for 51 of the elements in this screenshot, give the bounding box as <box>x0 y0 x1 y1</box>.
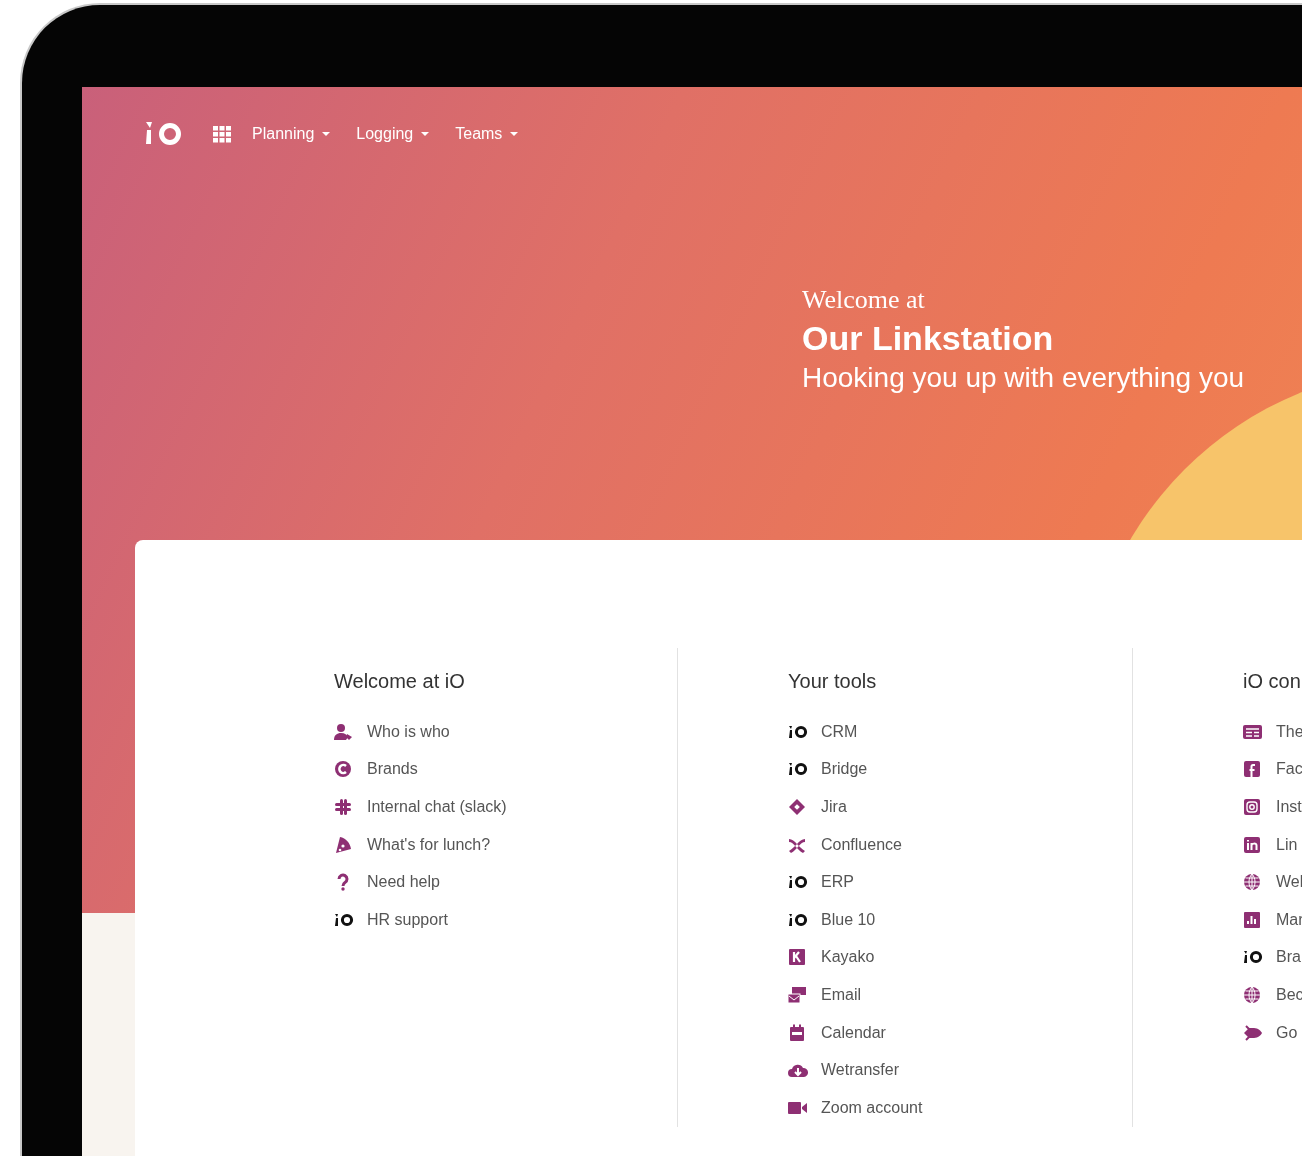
diamond-icon <box>788 798 808 816</box>
link-item[interactable]: Need help <box>334 863 677 901</box>
link-item[interactable]: Wetransfer <box>788 1051 1132 1089</box>
hero-eyebrow: Welcome at <box>802 285 926 315</box>
link-item[interactable]: Lin <box>1243 825 1302 864</box>
facebook-icon <box>1243 760 1263 779</box>
link-item[interactable]: HR support <box>334 900 677 939</box>
link-item[interactable]: Wel <box>1243 863 1302 901</box>
rocket-icon <box>1243 1023 1263 1042</box>
letter-c-icon <box>334 760 354 779</box>
link-item[interactable]: Blue 10 <box>788 900 1132 939</box>
link-item[interactable]: Brands <box>334 750 677 789</box>
link-item[interactable]: Zoom account <box>788 1088 1132 1127</box>
link-item[interactable]: Fac <box>1243 750 1302 789</box>
caret-icon <box>510 132 519 136</box>
hero-subtitle: Hooking you up with everything you <box>802 362 1246 394</box>
link-item[interactable]: Calendar <box>788 1013 1132 1052</box>
link-item[interactable]: Go <box>1243 1013 1302 1052</box>
caret-icon <box>421 132 430 136</box>
link-item[interactable]: Bridge <box>788 750 1132 789</box>
link-item[interactable]: Bra <box>1243 938 1302 977</box>
globe-icon <box>1243 985 1263 1004</box>
bar-chart-icon <box>1243 910 1263 929</box>
link-item[interactable]: Who is who <box>334 713 677 751</box>
column-heading: Your tools <box>788 670 878 693</box>
link-item[interactable]: CRM <box>788 713 1132 751</box>
link-item[interactable]: Email <box>788 976 1132 1014</box>
link-item[interactable]: ERP <box>788 863 1132 901</box>
hero-title: Our Linkstation <box>802 319 1055 358</box>
link-item[interactable]: What's for lunch? <box>334 825 677 864</box>
link-item[interactable]: Inst <box>1243 788 1302 826</box>
link-item[interactable]: Kayako <box>788 938 1132 977</box>
linkedin-icon <box>1243 835 1263 854</box>
envelope-icon <box>788 985 808 1004</box>
nav-menu[interactable]: Planning <box>246 125 337 143</box>
column-heading: iO con <box>1243 670 1302 693</box>
letter-k-icon <box>788 948 808 967</box>
pizza-icon <box>334 835 354 854</box>
logo-icon[interactable] <box>144 120 184 148</box>
link-item[interactable]: The <box>1243 713 1302 751</box>
link-item[interactable]: Jira <box>788 788 1132 826</box>
link-item[interactable]: Confluence <box>788 825 1132 864</box>
caret-icon <box>322 132 331 136</box>
app-grid-icon[interactable] <box>212 125 232 143</box>
instagram-icon <box>1243 798 1263 816</box>
user-icon <box>334 722 354 741</box>
globe-icon <box>1243 873 1263 892</box>
newspaper-icon <box>1243 722 1263 741</box>
hash-icon <box>334 798 354 816</box>
link-item[interactable]: Internal chat (slack) <box>334 788 677 826</box>
column-heading: Welcome at iO <box>334 670 466 693</box>
